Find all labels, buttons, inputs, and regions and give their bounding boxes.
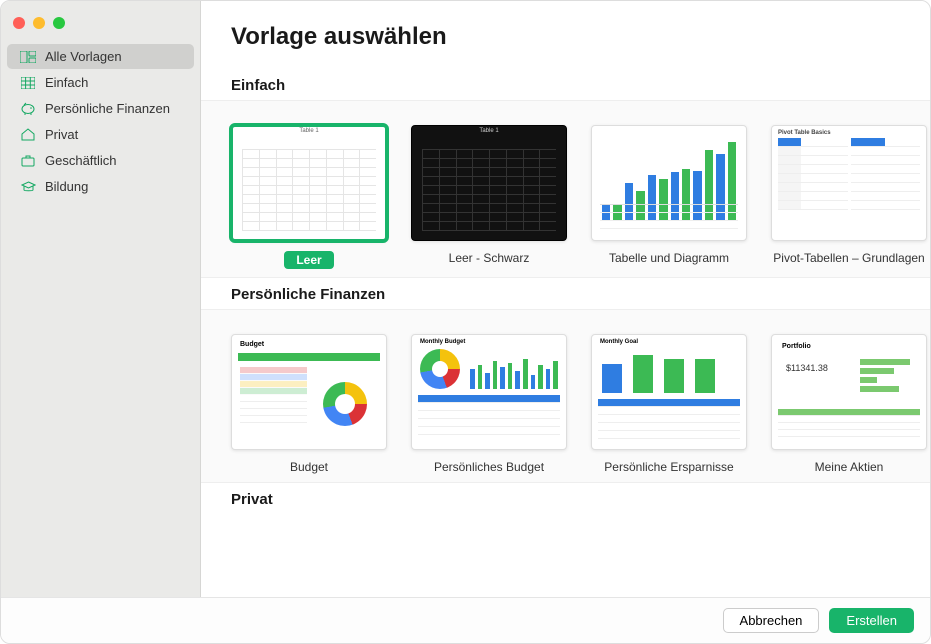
template-label: Persönliche Ersparnisse (604, 460, 733, 474)
home-icon (19, 128, 37, 142)
template-item[interactable]: Monthly Goal Persönliche Ersparnisse (591, 334, 747, 474)
sidebar-item-bildung[interactable]: Bildung (7, 174, 194, 199)
sidebar-list: Alle Vorlagen Einfach Persönliche Finanzen… (1, 44, 200, 199)
template-thumbnail[interactable]: Pivot Table Basics (771, 125, 927, 241)
section-header: Einfach (201, 69, 930, 100)
create-button[interactable]: Erstellen (829, 608, 914, 633)
template-item[interactable]: Portfolio$11341.38 Meine Aktien (771, 334, 927, 474)
sidebar-item-label: Geschäftlich (45, 153, 117, 168)
template-item[interactable]: Budget Budget (231, 334, 387, 474)
sidebar-item-label: Alle Vorlagen (45, 49, 122, 64)
sidebar-item-label: Persönliche Finanzen (45, 101, 170, 116)
template-label: Leer - Schwarz (449, 251, 530, 265)
template-item[interactable]: Table 1 Leer - Schwarz (411, 125, 567, 269)
template-thumbnail[interactable] (591, 125, 747, 241)
template-label: Persönliches Budget (434, 460, 544, 474)
template-chooser-window: Alle Vorlagen Einfach Persönliche Finanzen… (0, 0, 931, 644)
sidebar-item-einfach[interactable]: Einfach (7, 70, 194, 95)
template-label: Pivot-Tabellen – Grundlagen (773, 251, 924, 265)
sidebar-item-privat[interactable]: Privat (7, 122, 194, 147)
template-label: Budget (290, 460, 328, 474)
page-title: Vorlage auswählen (201, 1, 930, 69)
footer: Abbrechen Erstellen (1, 597, 930, 643)
sidebar: Alle Vorlagen Einfach Persönliche Finanzen… (1, 1, 201, 597)
template-thumbnail[interactable]: Budget (231, 334, 387, 450)
section-body: Table 1 Leer Table 1 Leer - Schwarz Tabelle … (201, 100, 930, 278)
template-label: Tabelle und Diagramm (609, 251, 729, 265)
section-header: Privat (201, 483, 930, 514)
sidebar-item-pers-nliche-finanzen[interactable]: Persönliche Finanzen (7, 96, 194, 121)
education-icon (19, 180, 37, 194)
section-body: BudgetBudgetMonthly BudgetPersönliches B… (201, 309, 930, 483)
sidebar-item-gesch-ftlich[interactable]: Geschäftlich (7, 148, 194, 173)
sidebar-item-label: Privat (45, 127, 78, 142)
template-label: Meine Aktien (815, 460, 884, 474)
grid-icon (19, 76, 37, 90)
piggybank-icon (19, 102, 37, 116)
briefcase-icon (19, 154, 37, 168)
sidebar-item-label: Bildung (45, 179, 88, 194)
sections-container: EinfachTable 1LeerTable 1Leer - SchwarzT… (201, 69, 930, 514)
template-item[interactable]: Tabelle und Diagramm (591, 125, 747, 269)
minimize-icon[interactable] (33, 17, 45, 29)
template-label: Leer (284, 251, 333, 269)
template-thumbnail[interactable]: Monthly Budget (411, 334, 567, 450)
main-content[interactable]: Vorlage auswählen EinfachTable 1LeerTabl… (201, 1, 930, 597)
template-thumbnail[interactable]: Portfolio$11341.38 (771, 334, 927, 450)
cancel-button[interactable]: Abbrechen (723, 608, 820, 633)
template-item[interactable]: Table 1 Leer (231, 125, 387, 269)
template-thumbnail[interactable]: Table 1 (231, 125, 387, 241)
close-icon[interactable] (13, 17, 25, 29)
window-body: Alle Vorlagen Einfach Persönliche Finanzen… (1, 1, 930, 597)
sidebar-item-alle-vorlagen[interactable]: Alle Vorlagen (7, 44, 194, 69)
template-thumbnail[interactable]: Table 1 (411, 125, 567, 241)
window-controls (1, 7, 200, 43)
sidebar-item-label: Einfach (45, 75, 88, 90)
section-header: Persönliche Finanzen (201, 278, 930, 309)
fullscreen-icon[interactable] (53, 17, 65, 29)
templates-icon (19, 50, 37, 64)
template-thumbnail[interactable]: Monthly Goal (591, 334, 747, 450)
template-item[interactable]: Monthly Budget Persönliches Budget (411, 334, 567, 474)
template-item[interactable]: Pivot Table Basics Pivot-Tabellen – Grun… (771, 125, 927, 269)
